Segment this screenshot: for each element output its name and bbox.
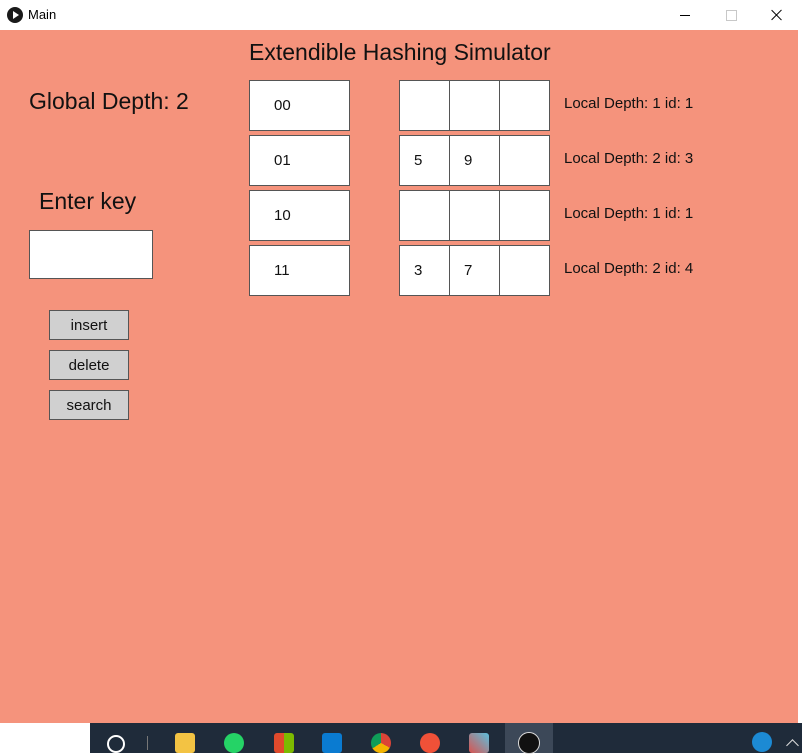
bucket-slot xyxy=(500,191,549,240)
maximize-icon xyxy=(725,9,737,21)
bucket-slot xyxy=(400,81,450,130)
bucket-slot xyxy=(500,136,549,185)
bucket-slot xyxy=(500,246,549,295)
simulator-canvas: Extendible Hashing Simulator Global Dept… xyxy=(0,30,798,723)
window-edge xyxy=(798,30,802,723)
bucket xyxy=(399,80,550,131)
bucket: 3 7 xyxy=(399,245,550,296)
bucket-slot: 5 xyxy=(400,136,450,185)
enter-key-label: Enter key xyxy=(39,188,137,214)
bucket-slot: 3 xyxy=(400,246,450,295)
close-icon xyxy=(771,9,783,21)
swift-icon[interactable] xyxy=(420,733,440,753)
help-icon[interactable] xyxy=(752,732,772,752)
maximize-button[interactable] xyxy=(708,0,754,30)
minimize-icon xyxy=(680,14,690,16)
minimize-button[interactable] xyxy=(662,0,708,30)
bucket-slot: 9 xyxy=(450,136,500,185)
insert-button[interactable]: insert xyxy=(49,310,129,340)
office-icon[interactable] xyxy=(274,733,294,753)
whatsapp-icon[interactable] xyxy=(224,733,244,753)
bucket-info: Local Depth: 1 id: 1 xyxy=(564,205,694,222)
bucket-slot xyxy=(500,81,549,130)
bucket: 5 9 xyxy=(399,135,550,186)
close-button[interactable] xyxy=(754,0,800,30)
directory-entry: 10 xyxy=(249,190,350,241)
bucket-info: Local Depth: 1 id: 1 xyxy=(564,95,694,112)
vscode-icon[interactable] xyxy=(322,733,342,753)
taskbar xyxy=(0,723,802,754)
app-play-icon xyxy=(7,7,23,23)
cortana-icon[interactable] xyxy=(107,735,125,753)
app-run-icon[interactable] xyxy=(518,732,540,754)
taskbar-separator xyxy=(147,736,148,750)
bucket-slot: 7 xyxy=(450,246,500,295)
tool-icon[interactable] xyxy=(469,733,489,753)
search-button[interactable]: search xyxy=(49,390,129,420)
global-depth-label: Global Depth: 2 xyxy=(29,88,189,114)
taskbar-left-area xyxy=(0,723,90,753)
directory-entry: 11 xyxy=(249,245,350,296)
bucket-info: Local Depth: 2 id: 4 xyxy=(564,260,694,277)
delete-button[interactable]: delete xyxy=(49,350,129,380)
taskbar-main xyxy=(90,723,802,753)
bucket-slot xyxy=(400,191,450,240)
directory-entry: 01 xyxy=(249,135,350,186)
file-explorer-icon[interactable] xyxy=(175,733,195,753)
directory-entry: 00 xyxy=(249,80,350,131)
key-input[interactable] xyxy=(29,230,153,279)
bucket-slot xyxy=(450,81,500,130)
page-title: Extendible Hashing Simulator xyxy=(249,39,551,65)
title-bar: Main xyxy=(0,0,802,30)
bucket xyxy=(399,190,550,241)
bucket-slot xyxy=(450,191,500,240)
chrome-icon[interactable] xyxy=(371,733,391,753)
window-title: Main xyxy=(28,7,57,22)
bucket-info: Local Depth: 2 id: 3 xyxy=(564,150,694,167)
